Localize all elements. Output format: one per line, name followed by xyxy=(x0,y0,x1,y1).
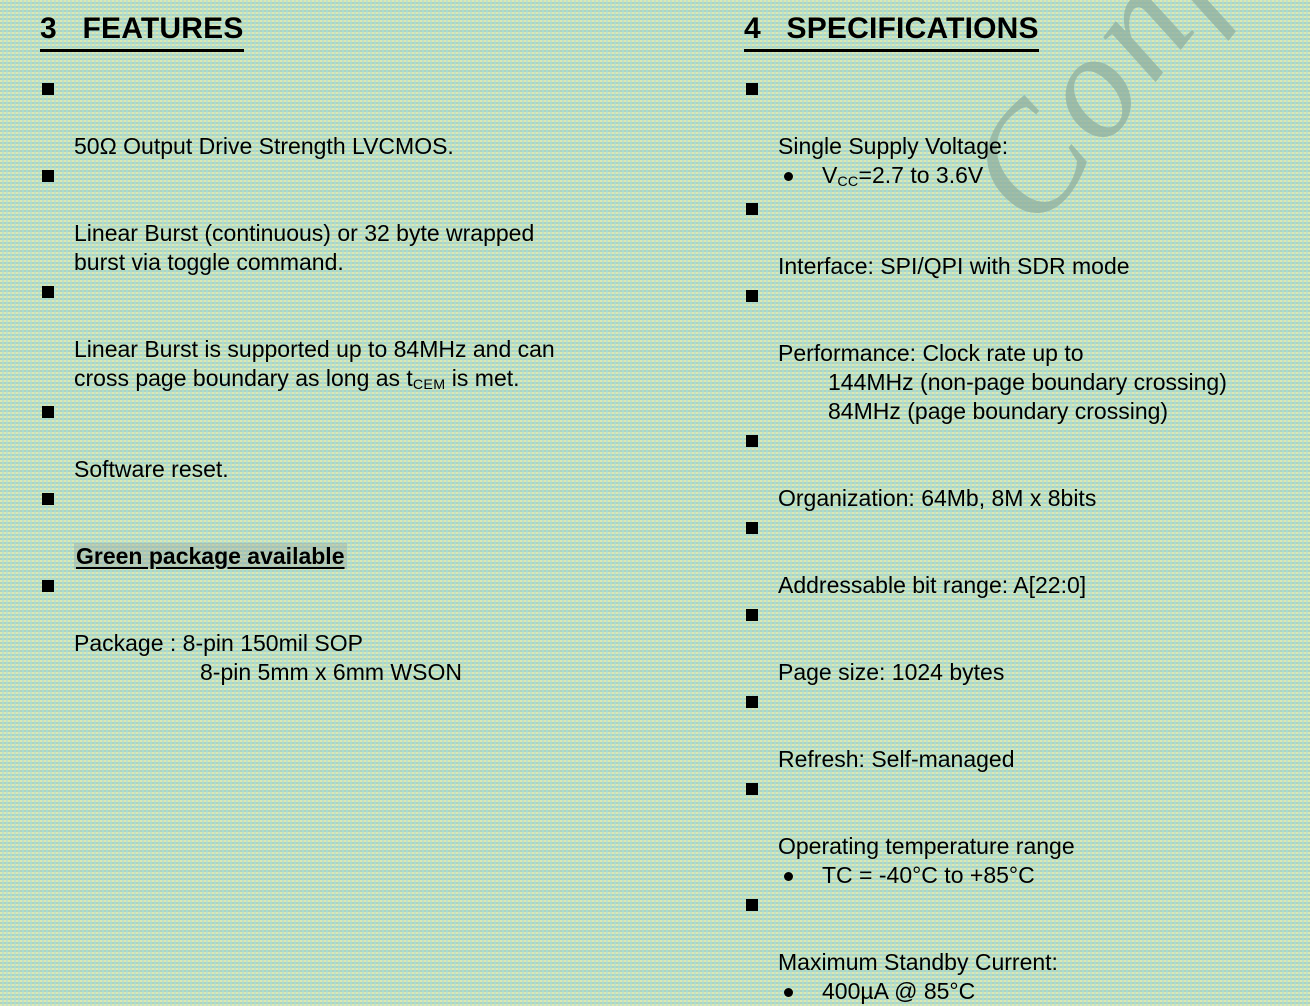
dot-bullet-icon xyxy=(784,872,793,881)
green-package-label: Green package available xyxy=(74,543,347,569)
dot-bullet-icon xyxy=(784,172,793,181)
package-continuation-line: 8-pin 5mm x 6mm WSON xyxy=(200,659,462,685)
list-item: Page size: 1024 bytes xyxy=(736,600,1310,687)
square-bullet-icon xyxy=(42,406,54,418)
performance-continuation-2: 84MHz (page boundary crossing) xyxy=(828,398,1169,424)
list-item-text-part-2: is met. xyxy=(445,365,520,391)
list-item: Linear Burst (continuous) or 32 byte wra… xyxy=(32,161,700,277)
square-bullet-icon xyxy=(746,290,758,302)
list-item-text: Addressable bit range: A[22:0] xyxy=(778,572,1087,598)
list-item-text: Organization: 64Mb, 8M x 8bits xyxy=(778,485,1097,511)
list-item: 50Ω Output Drive Strength LVCMOS. xyxy=(32,74,700,161)
features-column: 3 FEATURES 50Ω Output Drive Strength LVC… xyxy=(0,0,700,685)
list-item-green-package: Green package available xyxy=(32,484,700,571)
square-bullet-icon xyxy=(42,580,54,592)
list-item-text: Single Supply Voltage: xyxy=(778,133,1009,159)
specifications-heading: 4 SPECIFICATIONS xyxy=(744,12,1039,52)
list-item-text: Linear Burst (continuous) or 32 byte wra… xyxy=(74,220,535,275)
sub-item-text: 400µA @ 85°C xyxy=(822,978,976,1004)
list-item: Organization: 64Mb, 8M x 8bits xyxy=(736,426,1310,513)
dot-bullet-icon xyxy=(784,988,793,997)
sub-item-text-part-2: =2.7 to 3.6V xyxy=(858,162,984,188)
list-item: Single Supply Voltage: xyxy=(736,74,1310,161)
list-item-text: Interface: SPI/QPI with SDR mode xyxy=(778,253,1130,279)
list-item: Performance: Clock rate up to xyxy=(736,281,1310,368)
features-heading: 3 FEATURES xyxy=(40,12,244,52)
list-item: Linear Burst is supported up to 84MHz an… xyxy=(32,277,700,397)
specifications-column: 4 SPECIFICATIONS Single Supply Voltage: … xyxy=(700,0,1310,1004)
list-item: Software reset. xyxy=(32,397,700,484)
list-item-text: Performance: Clock rate up to xyxy=(778,340,1084,366)
list-item: Addressable bit range: A[22:0] xyxy=(736,513,1310,600)
sub-list-item: TC = -40°C to +85°C xyxy=(736,861,1310,890)
list-item-text: Refresh: Self-managed xyxy=(778,746,1015,772)
square-bullet-icon xyxy=(746,609,758,621)
list-item: Operating temperature range xyxy=(736,774,1310,861)
features-list: 50Ω Output Drive Strength LVCMOS. Linear… xyxy=(32,74,700,687)
datasheet-page: 3 FEATURES 50Ω Output Drive Strength LVC… xyxy=(0,0,1310,1004)
list-item: Package : 8-pin 150mil SOP xyxy=(32,571,700,658)
list-item-text: 50Ω Output Drive Strength LVCMOS. xyxy=(74,133,454,159)
list-item-subscript: CEM xyxy=(412,376,446,393)
square-bullet-icon xyxy=(42,286,54,298)
list-item-text: Package : 8-pin 150mil SOP xyxy=(74,630,363,656)
square-bullet-icon xyxy=(746,203,758,215)
performance-continuation-1: 144MHz (non-page boundary crossing) xyxy=(828,369,1227,395)
sub-list-item: VCC=2.7 to 3.6V xyxy=(736,161,1310,194)
square-bullet-icon xyxy=(746,696,758,708)
square-bullet-icon xyxy=(42,83,54,95)
list-item: Maximum Standby Current: xyxy=(736,890,1310,977)
square-bullet-icon xyxy=(42,170,54,182)
square-bullet-icon xyxy=(746,783,758,795)
list-item: Interface: SPI/QPI with SDR mode xyxy=(736,194,1310,281)
sub-item-text-part-1: V xyxy=(822,162,838,188)
square-bullet-icon xyxy=(746,83,758,95)
sub-list-item: 400µA @ 85°C xyxy=(736,977,1310,1006)
square-bullet-icon xyxy=(42,493,54,505)
list-item-text: Operating temperature range xyxy=(778,833,1075,859)
specifications-list: Single Supply Voltage: VCC=2.7 to 3.6V I… xyxy=(736,74,1310,1006)
square-bullet-icon xyxy=(746,899,758,911)
list-item-text: Software reset. xyxy=(74,456,229,482)
sub-item-subscript: CC xyxy=(837,173,859,190)
list-item-text: Maximum Standby Current: xyxy=(778,949,1058,975)
square-bullet-icon xyxy=(746,435,758,447)
list-item: Refresh: Self-managed xyxy=(736,687,1310,774)
list-item-text: Page size: 1024 bytes xyxy=(778,659,1005,685)
sub-item-text: TC = -40°C to +85°C xyxy=(822,862,1035,888)
square-bullet-icon xyxy=(746,522,758,534)
